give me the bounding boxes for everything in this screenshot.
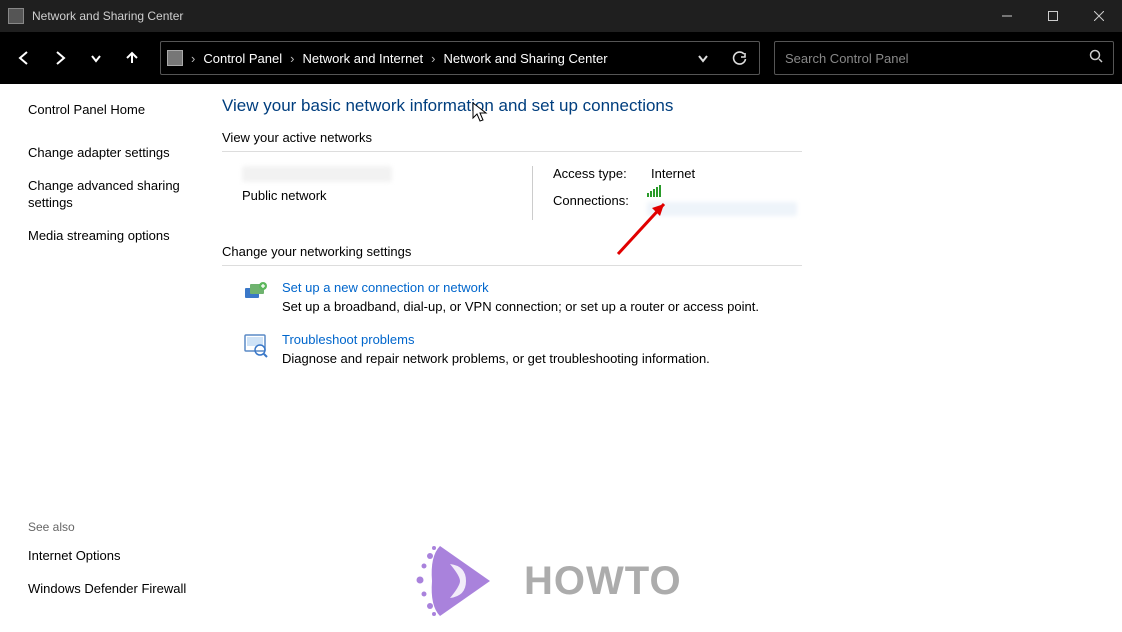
sidebar-link-adapter[interactable]: Change adapter settings <box>28 145 200 162</box>
address-bar[interactable]: › Control Panel › Network and Internet ›… <box>160 41 760 75</box>
search-box[interactable] <box>774 41 1114 75</box>
window-title: Network and Sharing Center <box>32 9 984 23</box>
back-button[interactable] <box>8 42 40 74</box>
setup-connection-icon <box>242 280 268 306</box>
wifi-signal-icon <box>647 185 661 197</box>
search-input[interactable] <box>785 51 1089 66</box>
connection-link[interactable] <box>647 185 802 216</box>
page-heading: View your basic network information and … <box>222 96 1082 116</box>
recent-locations-button[interactable] <box>80 42 112 74</box>
sidebar: Control Panel Home Change adapter settin… <box>0 84 210 632</box>
maximize-button[interactable] <box>1030 0 1076 32</box>
sidebar-home-link[interactable]: Control Panel Home <box>28 102 200 119</box>
setup-connection-link[interactable]: Set up a new connection or network <box>282 280 759 295</box>
minimize-button[interactable] <box>984 0 1030 32</box>
breadcrumb-separator: › <box>290 51 294 66</box>
forward-button[interactable] <box>44 42 76 74</box>
connections-label: Connections: <box>553 193 629 208</box>
see-also-section: See also Internet Options Windows Defend… <box>28 520 200 622</box>
title-bar: Network and Sharing Center <box>0 0 1122 32</box>
active-networks-heading: View your active networks <box>222 130 802 152</box>
breadcrumb-item[interactable]: Network and Sharing Center <box>444 51 608 66</box>
troubleshoot-icon <box>242 332 268 358</box>
app-icon <box>8 8 24 24</box>
see-also-title: See also <box>28 520 200 534</box>
see-also-internet-options[interactable]: Internet Options <box>28 548 200 565</box>
connection-name-redacted <box>647 202 797 216</box>
troubleshoot-desc: Diagnose and repair network problems, or… <box>282 351 710 366</box>
active-network-panel: Public network Access type: Internet Con… <box>242 166 802 220</box>
watermark: HOWTO <box>410 536 682 626</box>
watermark-text: HOWTO <box>524 559 682 604</box>
breadcrumb-separator: › <box>431 51 435 66</box>
sidebar-link-sharing[interactable]: Change advanced sharing settings <box>28 178 200 212</box>
troubleshoot-link[interactable]: Troubleshoot problems <box>282 332 710 347</box>
breadcrumb-separator: › <box>191 51 195 66</box>
access-type-label: Access type: <box>553 166 633 181</box>
setup-connection-desc: Set up a broadband, dial-up, or VPN conn… <box>282 299 759 314</box>
address-history-button[interactable] <box>689 52 717 64</box>
task-setup-connection: Set up a new connection or network Set u… <box>242 280 802 314</box>
close-button[interactable] <box>1076 0 1122 32</box>
refresh-button[interactable] <box>725 51 753 66</box>
search-icon[interactable] <box>1089 49 1103 68</box>
main-content: View your basic network information and … <box>210 84 1122 632</box>
navigation-bar: › Control Panel › Network and Internet ›… <box>0 32 1122 84</box>
breadcrumb-item[interactable]: Network and Internet <box>302 51 423 66</box>
task-troubleshoot: Troubleshoot problems Diagnose and repai… <box>242 332 802 366</box>
access-type-value: Internet <box>651 166 695 181</box>
see-also-firewall[interactable]: Windows Defender Firewall <box>28 581 200 598</box>
location-icon <box>167 50 183 66</box>
network-type-label: Public network <box>242 188 532 203</box>
sidebar-link-media[interactable]: Media streaming options <box>28 228 200 245</box>
change-settings-heading: Change your networking settings <box>222 244 802 266</box>
breadcrumb-item[interactable]: Control Panel <box>203 51 282 66</box>
up-button[interactable] <box>116 42 148 74</box>
network-name-redacted <box>242 166 392 182</box>
